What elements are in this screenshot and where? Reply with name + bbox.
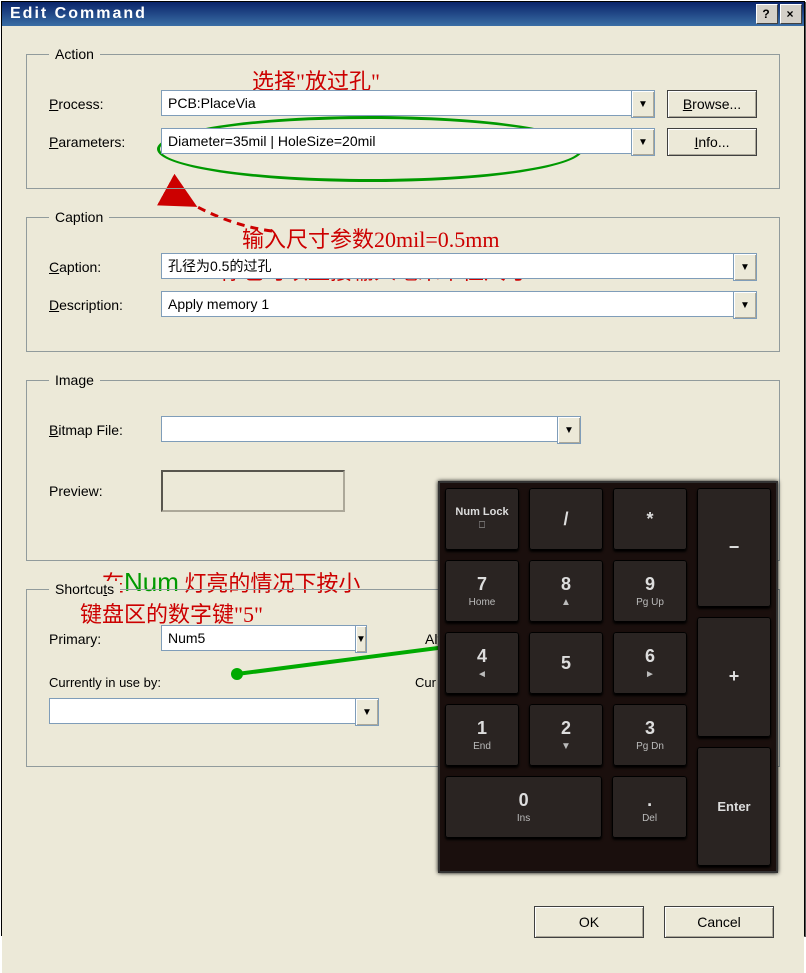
label-description: Description: <box>49 297 149 313</box>
legend-action: Action <box>49 46 100 62</box>
key-enter: Enter <box>697 747 771 866</box>
dialog-window: Edit Command ? × 选择"放过孔" 输入尺寸参数20mil=0.5… <box>1 1 805 936</box>
parameters-dropdown-icon[interactable]: ▼ <box>631 128 655 156</box>
key-dot: .Del <box>612 776 687 838</box>
bitmap-input[interactable] <box>161 416 557 442</box>
description-dropdown-icon[interactable]: ▼ <box>733 291 757 319</box>
key-multiply: * <box>613 488 687 550</box>
legend-caption: Caption <box>49 209 109 225</box>
key-plus: + <box>697 617 771 736</box>
caption-dropdown-icon[interactable]: ▼ <box>733 253 757 281</box>
inuse-input-1[interactable] <box>49 698 355 724</box>
primary-dropdown-icon[interactable]: ▼ <box>355 625 367 653</box>
key-minus: − <box>697 488 771 607</box>
key-0: 0Ins <box>445 776 602 838</box>
key-7: 7Home <box>445 560 519 622</box>
inuse-dropdown-icon-1[interactable]: ▼ <box>355 698 379 726</box>
window-title: Edit Command <box>10 5 147 23</box>
label-primary: Primary: <box>49 631 149 647</box>
cancel-button[interactable]: Cancel <box>664 906 774 938</box>
key-3: 3Pg Dn <box>613 704 687 766</box>
numeric-keypad-image: Num Lock⎕ / * 7Home 8▲ 9Pg Up 4◄ 5 6► <box>438 481 778 873</box>
label-parameters: Parameters: <box>49 134 149 150</box>
key-8: 8▲ <box>529 560 603 622</box>
key-4: 4◄ <box>445 632 519 694</box>
key-divide: / <box>529 488 603 550</box>
label-process: Process: <box>49 96 149 112</box>
info-button[interactable]: Info... <box>667 128 757 156</box>
label-inuse-1: Currently in use by: <box>49 675 403 690</box>
help-icon[interactable]: ? <box>756 4 778 24</box>
group-caption: Caption Caption: ▼ Description: ▼ <box>26 209 780 352</box>
label-inuse-2: Cur <box>415 675 436 690</box>
legend-image: Image <box>49 372 100 388</box>
key-2: 2▼ <box>529 704 603 766</box>
close-icon[interactable]: × <box>780 4 802 24</box>
ok-button[interactable]: OK <box>534 906 644 938</box>
browse-button[interactable]: Browse... <box>667 90 757 118</box>
preview-box <box>161 470 345 512</box>
titlebar[interactable]: Edit Command ? × <box>2 2 804 26</box>
dialog-body: 选择"放过孔" 输入尺寸参数20mil=0.5mm 你也可以直接输入毫米单位尺寸… <box>2 26 804 973</box>
process-input[interactable] <box>161 90 631 116</box>
primary-input[interactable] <box>161 625 355 651</box>
key-9: 9Pg Up <box>613 560 687 622</box>
label-caption: Caption: <box>49 259 149 275</box>
caption-input[interactable] <box>161 253 733 279</box>
parameters-input[interactable] <box>161 128 631 154</box>
process-dropdown-icon[interactable]: ▼ <box>631 90 655 118</box>
description-input[interactable] <box>161 291 733 317</box>
label-bitmap: Bitmap File: <box>49 422 149 438</box>
key-numlock: Num Lock⎕ <box>445 488 519 550</box>
key-6: 6► <box>613 632 687 694</box>
key-1: 1End <box>445 704 519 766</box>
group-action: Action Process: ▼ Browse... Parameters: … <box>26 46 780 189</box>
legend-shortcuts: Shortcuts <box>49 581 120 597</box>
label-preview: Preview: <box>49 483 149 499</box>
bitmap-dropdown-icon[interactable]: ▼ <box>557 416 581 444</box>
key-5: 5 <box>529 632 603 694</box>
